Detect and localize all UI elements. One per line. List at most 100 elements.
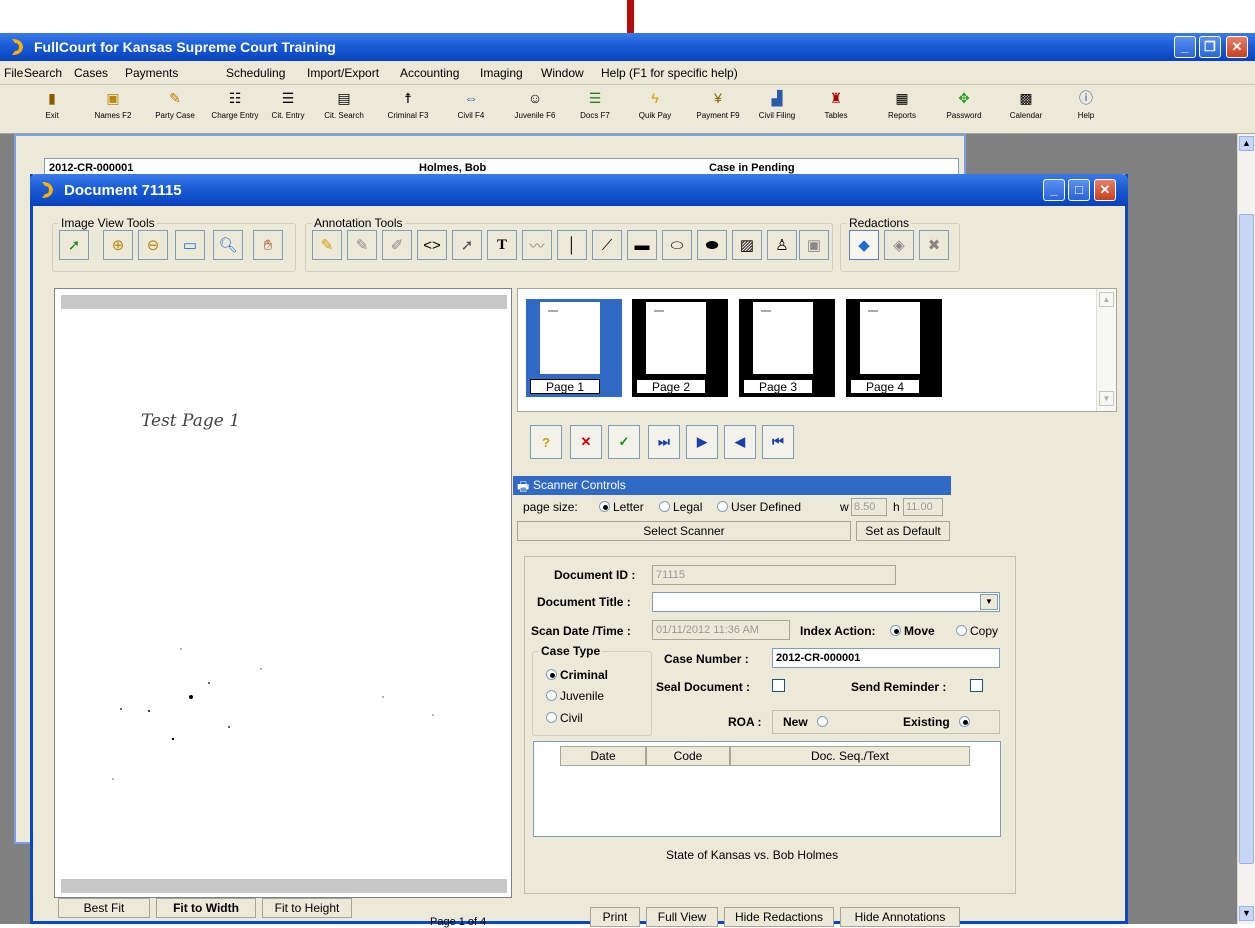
annotation-code-tool[interactable]: <>: [417, 230, 447, 260]
select-scanner-button[interactable]: Select Scanner: [517, 521, 851, 541]
toolbar-criminal-button[interactable]: ☨ Criminal F3: [378, 89, 438, 120]
annotation-text-tool[interactable]: T: [487, 230, 517, 260]
thumb-scroll-up-icon[interactable]: ▲: [1099, 292, 1114, 307]
letter-radio[interactable]: Letter: [599, 500, 644, 514]
page-height-input[interactable]: 11.00: [903, 498, 943, 516]
toolbar-quik-pay-button[interactable]: ϟ Quik Pay: [625, 89, 685, 120]
legal-radio[interactable]: Legal: [659, 500, 702, 514]
annotation-pointer-tool[interactable]: ➚: [452, 230, 482, 260]
zoom-area-tool[interactable]: ▭: [175, 230, 205, 260]
toolbar-juvenile-button[interactable]: ☺ Juvenile F6: [505, 89, 565, 120]
toolbar-party-case-button[interactable]: ✎ Party Case: [145, 89, 205, 120]
toolbar-names-button[interactable]: ▣ Names F2: [83, 89, 143, 120]
annotation-picture-tool[interactable]: ▣: [799, 230, 829, 260]
scroll-down-icon[interactable]: ▼: [1239, 906, 1254, 921]
fit-to-width-button[interactable]: Fit to Width: [156, 898, 256, 918]
full-view-button[interactable]: Full View: [646, 907, 718, 927]
print-button[interactable]: Print: [590, 907, 640, 927]
menu-cases[interactable]: Cases: [74, 66, 108, 80]
grid-header-code[interactable]: Code: [646, 746, 730, 766]
menu-payments[interactable]: Payments: [125, 66, 178, 80]
toolbar-password-button[interactable]: ✥ Password: [934, 89, 994, 120]
fit-to-height-button[interactable]: Fit to Height: [262, 898, 352, 918]
case-number-field[interactable]: 2012-CR-000001: [772, 648, 1000, 668]
annotation-filled-ellipse-tool[interactable]: ⬬: [697, 230, 727, 260]
previous-page-button[interactable]: ◀: [724, 425, 756, 459]
close-button[interactable]: ✕: [1226, 36, 1248, 58]
menu-accounting[interactable]: Accounting: [400, 66, 459, 80]
toolbar-exit-button[interactable]: ▮ Exit: [22, 89, 82, 120]
grid-header-doc-text[interactable]: Doc. Seq./Text: [730, 746, 970, 766]
annotation-rectangle-tool[interactable]: ▬: [627, 230, 657, 260]
image-viewer[interactable]: Test Page 1: [54, 288, 512, 898]
menu-scheduling[interactable]: Scheduling: [226, 66, 285, 80]
thumbnail-page-2[interactable]: Page 2: [632, 299, 728, 397]
next-page-button[interactable]: ▶: [686, 425, 718, 459]
toolbar-payment-button[interactable]: ¥ Payment F9: [688, 89, 748, 120]
toolbar-help-button[interactable]: ⓘ Help: [1056, 89, 1116, 120]
document-help-button[interactable]: ?: [530, 425, 562, 459]
select-arrow-tool[interactable]: ➚: [59, 230, 89, 260]
juvenile-radio[interactable]: Juvenile: [546, 689, 604, 703]
menu-help[interactable]: Help: [601, 66, 626, 80]
toolbar-reports-button[interactable]: ▦ Reports: [872, 89, 932, 120]
delete-page-button[interactable]: ✕: [570, 425, 602, 459]
pan-hand-tool[interactable]: ✋︎: [253, 230, 283, 260]
toolbar-docs-button[interactable]: ☰ Docs F7: [565, 89, 625, 120]
document-title-select[interactable]: [652, 592, 1000, 612]
criminal-radio[interactable]: Criminal: [546, 668, 608, 682]
redact-draw-tool[interactable]: ◆: [849, 230, 879, 260]
restore-button[interactable]: ❐: [1199, 36, 1221, 58]
zoom-out-tool[interactable]: ⊖: [138, 230, 168, 260]
menu-window[interactable]: Window: [541, 66, 584, 80]
index-copy-radio[interactable]: Copy: [956, 624, 998, 638]
toolbar-charge-entry-button[interactable]: ☷ Charge Entry: [205, 89, 265, 120]
thumb-scroll-down-icon[interactable]: ▼: [1099, 391, 1114, 406]
annotation-stamp-tool[interactable]: ♙: [767, 230, 797, 260]
hide-annotations-button[interactable]: Hide Annotations: [840, 907, 960, 927]
grid-header-date[interactable]: Date: [560, 746, 646, 766]
thumbnail-page-1[interactable]: Page 1: [526, 299, 622, 397]
menu-search[interactable]: Search: [24, 66, 62, 80]
annotation-polyline-tool[interactable]: ⟋: [592, 230, 622, 260]
index-move-radio[interactable]: Move: [890, 624, 935, 638]
best-fit-button[interactable]: Best Fit: [58, 898, 150, 918]
menu-imaging[interactable]: Imaging: [480, 66, 523, 80]
zoom-in-tool[interactable]: ⊕: [103, 230, 133, 260]
roa-existing-radio[interactable]: Existing: [903, 715, 973, 729]
thumbnail-scrollbar[interactable]: ▲ ▼: [1096, 289, 1116, 411]
chevron-down-icon[interactable]: ▼: [980, 594, 998, 610]
set-as-default-button[interactable]: Set as Default: [856, 521, 950, 541]
toolbar-cit-entry-button[interactable]: ☰ Cit. Entry: [258, 89, 318, 120]
menu-file[interactable]: File: [4, 66, 23, 80]
hide-redactions-button[interactable]: Hide Redactions: [724, 907, 834, 927]
toolbar-civil-button[interactable]: ⇔ Civil F4: [441, 89, 501, 120]
send-reminder-checkbox[interactable]: [970, 679, 983, 692]
roa-grid[interactable]: Date Code Doc. Seq./Text: [533, 741, 1001, 837]
toolbar-calendar-button[interactable]: ▩ Calendar: [996, 89, 1056, 120]
page-width-input[interactable]: 8.50: [851, 498, 887, 516]
annotation-image-tool[interactable]: ▨: [732, 230, 762, 260]
annotation-note-tool[interactable]: ✎: [312, 230, 342, 260]
toolbar-civil-filing-button[interactable]: ▟ Civil Filing: [747, 89, 807, 120]
annotation-stamp-note-tool[interactable]: ✐: [382, 230, 412, 260]
doc-minimize-button[interactable]: _: [1043, 179, 1065, 201]
user-defined-radio[interactable]: User Defined: [717, 500, 801, 514]
toolbar-cit-search-button[interactable]: ▤ Cit. Search: [314, 89, 374, 120]
annotation-text-note-tool[interactable]: ✎: [347, 230, 377, 260]
menu-import-export[interactable]: Import/Export: [307, 66, 379, 80]
seal-document-checkbox[interactable]: [772, 679, 785, 692]
minimize-button[interactable]: _: [1174, 36, 1196, 58]
annotation-line-tool[interactable]: │: [557, 230, 587, 260]
first-page-button[interactable]: ⏮︎: [762, 425, 794, 459]
civil-radio[interactable]: Civil: [546, 711, 583, 725]
magnifier-tool[interactable]: 🔍︎: [213, 230, 243, 260]
thumbnail-page-4[interactable]: Page 4: [846, 299, 942, 397]
doc-maximize-button[interactable]: □: [1068, 179, 1090, 201]
redact-area-tool[interactable]: ◈: [884, 230, 914, 260]
last-page-button[interactable]: ⏭︎: [648, 425, 680, 459]
approve-page-button[interactable]: ✓: [608, 425, 640, 459]
doc-close-button[interactable]: ✕: [1094, 179, 1116, 201]
scroll-up-icon[interactable]: ▲: [1239, 136, 1254, 151]
scrollbar-thumb[interactable]: [1239, 214, 1254, 864]
